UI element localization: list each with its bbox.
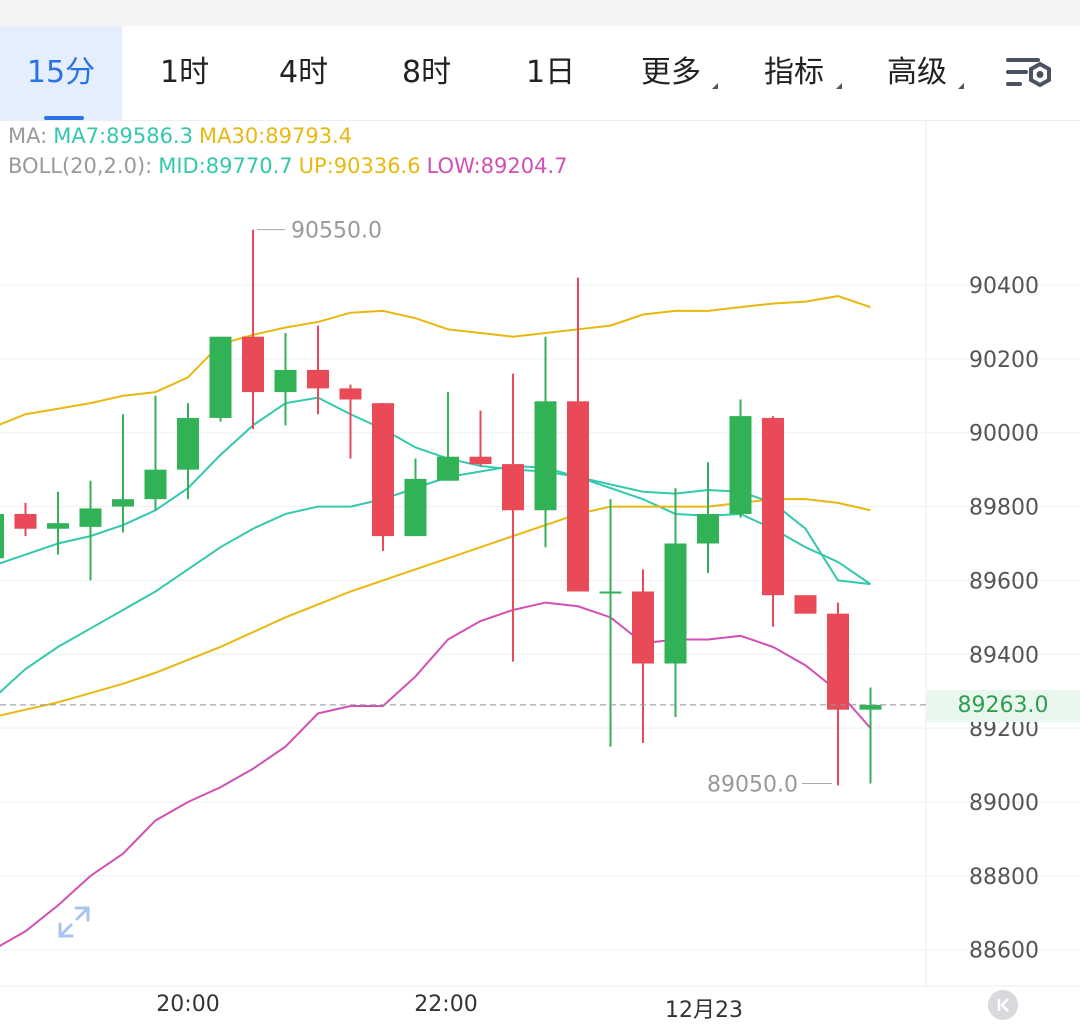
tab-1d[interactable]: 1日 (526, 26, 575, 120)
candle-body (697, 513, 719, 544)
high-marker-label: 90550.0 (291, 219, 382, 244)
tab-label: 1日 (526, 55, 576, 90)
candle-body (534, 401, 557, 511)
series-line-ma30 (0, 498, 871, 717)
y-tick-label: 90200 (969, 348, 1039, 373)
candle-body (762, 417, 784, 596)
candle-body (827, 613, 849, 710)
x-tick-label: 12月23 (665, 998, 743, 1023)
candle-body (79, 508, 102, 527)
chevron-left-icon (997, 998, 1009, 1012)
candlestick-chart[interactable]: 9040090200900008980089600894008920089000… (0, 120, 1080, 990)
candle-body (567, 401, 589, 592)
y-tick-label: 89400 (969, 643, 1039, 668)
dropdown-triangle-icon (712, 83, 718, 89)
candle-body (437, 456, 459, 481)
candle-body (404, 478, 427, 537)
tab-more[interactable]: 更多 (641, 26, 701, 120)
low-marker-label: 89050.0 (707, 773, 798, 798)
current-price-tag: 89263.0 (926, 690, 1080, 722)
candle-body (112, 499, 134, 507)
tab-label: 4时 (279, 55, 329, 90)
candle-body (0, 513, 4, 559)
y-tick-label: 88800 (969, 865, 1039, 890)
chart-settings-icon[interactable] (1004, 52, 1054, 96)
x-tick-label: 22:00 (414, 992, 478, 1017)
y-tick-label: 88600 (969, 939, 1039, 964)
candle-body (794, 595, 817, 614)
candle-body (242, 336, 264, 393)
candle-body (177, 417, 199, 470)
dropdown-triangle-icon (836, 83, 842, 89)
top-status-strip (0, 0, 1080, 26)
tab-8h[interactable]: 8时 (402, 26, 451, 120)
candle-body (339, 388, 362, 400)
tab-label: 高级 (887, 55, 947, 90)
tab-label: 15分 (26, 55, 96, 90)
candle-body (274, 369, 297, 393)
x-tick-label: 20:00 (156, 992, 220, 1017)
candle-body (502, 464, 524, 511)
candle-body (632, 591, 654, 664)
tab-4h[interactable]: 4时 (279, 26, 328, 120)
current-price-value: 89263.0 (957, 693, 1049, 718)
candle-body (14, 513, 37, 529)
y-tick-label: 89600 (969, 569, 1039, 594)
tab-label: 8时 (402, 55, 452, 90)
expand-chart-icon[interactable] (56, 904, 92, 940)
candle-body (144, 469, 167, 500)
candle-body (599, 591, 622, 594)
candle-body (664, 543, 687, 664)
tab-advanced[interactable]: 高级 (887, 26, 947, 120)
candle-body (859, 704, 882, 710)
candle-body (372, 403, 394, 537)
y-tick-label: 90400 (969, 274, 1039, 299)
dropdown-triangle-icon (958, 83, 964, 89)
candle-body (47, 523, 69, 529)
tab-label: 更多 (641, 55, 701, 90)
scroll-to-latest-button[interactable] (988, 990, 1018, 1020)
tab-15min[interactable]: 15分 (0, 26, 122, 120)
y-tick-label: 89000 (969, 791, 1039, 816)
y-tick-label: 89800 (969, 496, 1039, 521)
tab-label: 1时 (160, 55, 210, 90)
tab-1h[interactable]: 1时 (160, 26, 209, 120)
candle-body (729, 416, 752, 514)
tab-indicators[interactable]: 指标 (764, 26, 824, 120)
candle-body (209, 336, 232, 418)
tab-label: 指标 (764, 55, 824, 90)
candle-body (469, 456, 492, 465)
candle-body (307, 369, 329, 389)
y-tick-label: 90000 (969, 422, 1039, 447)
